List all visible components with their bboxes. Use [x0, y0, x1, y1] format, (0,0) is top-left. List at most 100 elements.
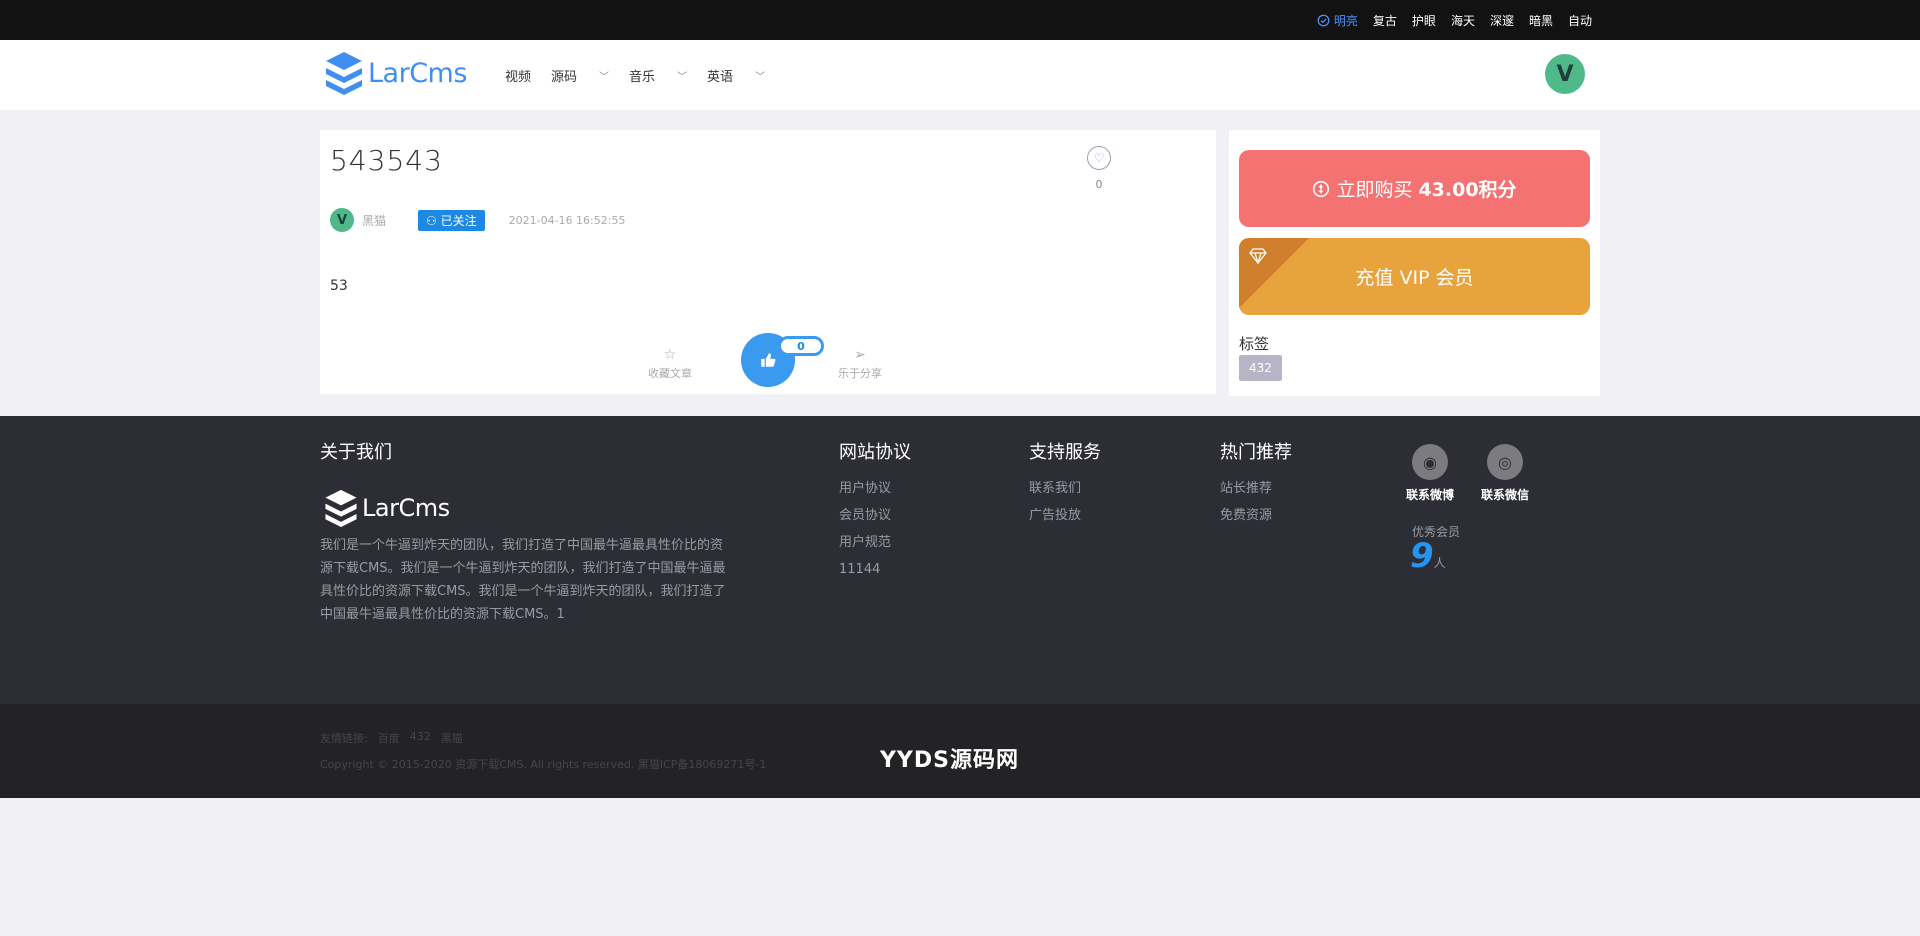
footer-link[interactable]: 站长推荐	[1220, 478, 1272, 505]
buy-now-button[interactable]: 立即购买 43.00积分	[1239, 150, 1590, 227]
star-icon: ☆	[663, 347, 677, 363]
member-unit: 人	[1433, 556, 1446, 570]
theme-list: 明亮 复古 护眼 海天 深邃 暗黑 自动	[1317, 0, 1592, 40]
theme-bar: 明亮 复古 护眼 海天 深邃 暗黑 自动	[0, 0, 1920, 40]
footer-link[interactable]: 会员协议	[839, 505, 891, 532]
theme-option-bright[interactable]: 明亮	[1317, 12, 1358, 29]
footer-link[interactable]: 用户协议	[839, 478, 891, 505]
weibo-label: 联系微博	[1406, 488, 1455, 502]
favorite-counter[interactable]: ♡ 0	[1084, 146, 1114, 191]
friend-link[interactable]: 百度	[378, 730, 400, 746]
author-avatar[interactable]: V	[330, 208, 354, 232]
follow-button[interactable]: ⚇ 已关注	[418, 209, 485, 231]
theme-label: 明亮	[1333, 13, 1358, 28]
theme-label: 护眼	[1411, 13, 1436, 28]
site-footer: 关于我们 LarCms 我们是一个牛逼到炸天的团队，我们打造了中国最牛逼最具性价…	[0, 416, 1920, 704]
nav-item-music[interactable]: 音乐 ﹀	[629, 66, 687, 85]
main-nav: 视频 源码 ﹀ 音乐 ﹀ 英语 ﹀	[505, 40, 785, 110]
purchase-card: 立即购买 43.00积分 充值 VIP 会员 标签 432	[1229, 130, 1600, 396]
author-name[interactable]: 黑猫	[362, 212, 386, 229]
copyright: Copyright © 2015-2020 资源下载CMS. All right…	[320, 758, 767, 771]
theme-label: 复古	[1372, 13, 1397, 28]
friend-links: 友情链接: 百度 432 黑猫	[320, 730, 463, 746]
user-avatar[interactable]: V	[1545, 54, 1585, 94]
vip-recharge-button[interactable]: 充值 VIP 会员	[1239, 238, 1590, 315]
wechat-icon: ◎	[1487, 444, 1523, 480]
about-heading: 关于我们	[320, 442, 392, 463]
coin-icon	[1313, 180, 1330, 197]
footer-link[interactable]: 11144	[839, 559, 891, 586]
send-icon: ➢	[854, 347, 866, 363]
site-header: LarCms 视频 源码 ﹀ 音乐 ﹀ 英语 ﹀ V	[0, 40, 1920, 110]
theme-option-dark[interactable]: 暗黑	[1529, 12, 1553, 29]
layers-logo-icon	[325, 489, 357, 527]
about-description: 我们是一个牛逼到炸天的团队，我们打造了中国最牛逼最具性价比的资源下载CMS。我们…	[320, 538, 726, 622]
favorite-count: 0	[1095, 178, 1103, 191]
thumbs-up-count: 0	[778, 336, 824, 356]
member-number: 9	[1410, 536, 1434, 576]
theme-option-deep[interactable]: 深邃	[1490, 12, 1514, 29]
logo-text: LarCms	[368, 57, 467, 89]
agreements-heading: 网站协议	[839, 442, 911, 463]
article-actions: ☆ 收藏文章 0 ➢ 乐于分享	[320, 333, 1216, 389]
share-label: 乐于分享	[838, 367, 882, 380]
nav-label: 源码	[551, 69, 578, 85]
footer-link[interactable]: 免费资源	[1220, 505, 1272, 532]
weibo-contact[interactable]: ◉ 联系微博	[1406, 444, 1454, 503]
friend-link[interactable]: 432	[410, 730, 431, 746]
collect-button[interactable]: ☆ 收藏文章	[648, 347, 692, 381]
nav-label: 英语	[707, 69, 734, 85]
article-card: 543543 ♡ 0 V 黑猫 ⚇ 已关注 2021-04-16 16:52:5…	[320, 130, 1216, 394]
heart-icon: ♡	[1087, 146, 1111, 170]
vip-label: 充值 VIP 会员	[1355, 267, 1474, 289]
friend-link[interactable]: 黑猫	[441, 730, 463, 746]
tags-title: 标签	[1239, 335, 1270, 353]
tag-chip[interactable]: 432	[1239, 355, 1282, 381]
chevron-down-icon: ﹀	[599, 71, 610, 83]
nav-item-source[interactable]: 源码 ﹀	[551, 66, 609, 85]
footer-link[interactable]: 用户规范	[839, 532, 891, 559]
chevron-down-icon: ﹀	[755, 71, 766, 83]
nav-label: 音乐	[629, 69, 656, 85]
agreements-links: 用户协议 会员协议 用户规范 11144	[839, 478, 891, 586]
article-body: 53	[330, 278, 348, 294]
theme-label: 海天	[1450, 13, 1475, 28]
site-logo[interactable]: LarCms	[322, 50, 467, 96]
nav-item-video[interactable]: 视频	[505, 66, 531, 85]
footer-logo: LarCms	[322, 488, 450, 528]
friend-links-prefix: 友情链接:	[320, 732, 368, 745]
author-row: V 黑猫 ⚇ 已关注 2021-04-16 16:52:55	[330, 208, 625, 232]
wechat-label: 联系微信	[1481, 488, 1530, 502]
theme-option-auto[interactable]: 自动	[1568, 12, 1592, 29]
footer-logo-text: LarCms	[362, 494, 450, 522]
chevron-down-icon: ﹀	[677, 71, 688, 83]
recommend-links: 站长推荐 免费资源	[1220, 478, 1272, 532]
check-circle-icon	[1317, 14, 1330, 26]
diamond-icon	[1249, 248, 1267, 264]
nav-item-english[interactable]: 英语 ﹀	[707, 66, 765, 85]
member-count: 9人	[1410, 536, 1446, 576]
support-heading: 支持服务	[1029, 442, 1101, 463]
theme-option-eyecare[interactable]: 护眼	[1412, 12, 1436, 29]
recommend-heading: 热门推荐	[1220, 442, 1292, 463]
user-icon: ⚇	[426, 213, 441, 228]
footer-bottom: 友情链接: 百度 432 黑猫 Copyright © 2015-2020 资源…	[0, 704, 1920, 798]
theme-label: 深邃	[1489, 13, 1514, 28]
share-button[interactable]: ➢ 乐于分享	[838, 347, 882, 381]
collect-label: 收藏文章	[648, 367, 692, 380]
wechat-contact[interactable]: ◎ 联系微信	[1481, 444, 1529, 503]
footer-link[interactable]: 广告投放	[1029, 505, 1081, 532]
support-links: 联系我们 广告投放	[1029, 478, 1081, 532]
layers-logo-icon	[326, 52, 362, 95]
nav-label: 视频	[505, 69, 532, 85]
theme-option-retro[interactable]: 复古	[1373, 12, 1397, 29]
theme-option-ocean[interactable]: 海天	[1451, 12, 1475, 29]
footer-link[interactable]: 联系我们	[1029, 478, 1081, 505]
thumbs-up-icon	[761, 353, 776, 367]
theme-label: 暗黑	[1528, 13, 1553, 28]
buy-label: 立即购买	[1336, 179, 1413, 201]
theme-label: 自动	[1567, 13, 1592, 28]
post-date: 2021-04-16 16:52:55	[508, 213, 626, 227]
weibo-icon: ◉	[1412, 444, 1448, 480]
brand-watermark: YYDS源码网	[880, 748, 1019, 773]
